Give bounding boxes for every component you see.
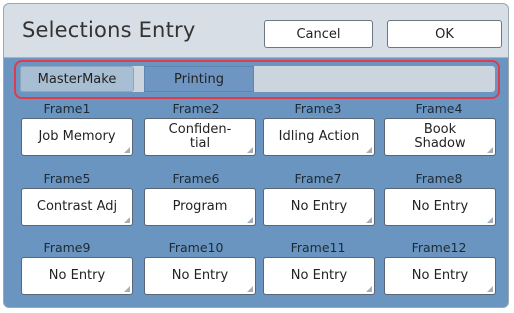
- corner-mark: [124, 217, 130, 223]
- header-bar: Selections Entry Cancel OK: [4, 4, 508, 58]
- corner-mark: [247, 147, 253, 153]
- corner-mark: [366, 217, 372, 223]
- frame-value: Job Memory: [38, 129, 116, 144]
- frame-value: No Entry: [48, 268, 106, 283]
- frame-label: Frame6: [172, 171, 220, 186]
- frame1-button[interactable]: Job Memory: [21, 118, 133, 156]
- frame-value: Program: [172, 199, 228, 214]
- frame-value: No Entry: [290, 199, 348, 214]
- frame-value: No Entry: [171, 268, 229, 283]
- frame-label: Frame1: [43, 101, 91, 116]
- frame2-button[interactable]: Confiden- tial: [144, 118, 256, 156]
- corner-mark: [487, 286, 493, 292]
- frame3-button[interactable]: Idling Action: [263, 118, 375, 156]
- frame-value: Confiden- tial: [168, 122, 232, 151]
- frame-label: Frame7: [294, 171, 342, 186]
- tab-bar: MasterMake Printing: [20, 66, 495, 92]
- frame-value: No Entry: [411, 268, 469, 283]
- corner-mark: [366, 147, 372, 153]
- frame9-button[interactable]: No Entry: [21, 257, 133, 295]
- frame12-button[interactable]: No Entry: [384, 257, 496, 295]
- frame11-button[interactable]: No Entry: [263, 257, 375, 295]
- frame-value: Contrast Adj: [36, 199, 118, 214]
- frame6-button[interactable]: Program: [144, 188, 256, 226]
- frame-label: Frame8: [415, 171, 463, 186]
- corner-mark: [487, 147, 493, 153]
- frame-label: Frame9: [43, 240, 91, 255]
- frame-label: Frame12: [411, 240, 467, 255]
- frame8-button[interactable]: No Entry: [384, 188, 496, 226]
- corner-mark: [124, 147, 130, 153]
- frame7-button[interactable]: No Entry: [263, 188, 375, 226]
- frame-label: Frame4: [415, 101, 463, 116]
- page-title: Selections Entry: [22, 18, 196, 42]
- frame-value: No Entry: [411, 199, 469, 214]
- frame10-button[interactable]: No Entry: [144, 257, 256, 295]
- corner-mark: [366, 286, 372, 292]
- frame-label: Frame11: [290, 240, 346, 255]
- frame-label: Frame10: [168, 240, 224, 255]
- cancel-button[interactable]: Cancel: [264, 20, 373, 48]
- corner-mark: [487, 217, 493, 223]
- tab-mastermake[interactable]: MasterMake: [20, 66, 134, 92]
- corner-mark: [247, 217, 253, 223]
- frame-label: Frame3: [294, 101, 342, 116]
- frame-value: Idling Action: [278, 129, 360, 144]
- frame-label: Frame5: [43, 171, 91, 186]
- corner-mark: [247, 286, 253, 292]
- frame-value: Book Shadow: [414, 122, 466, 151]
- selections-entry-panel: Selections Entry Cancel OK MasterMake Pr…: [3, 3, 509, 308]
- tab-printing[interactable]: Printing: [144, 66, 254, 92]
- ok-button[interactable]: OK: [387, 20, 502, 48]
- corner-mark: [124, 286, 130, 292]
- frame4-button[interactable]: Book Shadow: [384, 118, 496, 156]
- frame5-button[interactable]: Contrast Adj: [21, 188, 133, 226]
- frame-label: Frame2: [172, 101, 220, 116]
- frame-value: No Entry: [290, 268, 348, 283]
